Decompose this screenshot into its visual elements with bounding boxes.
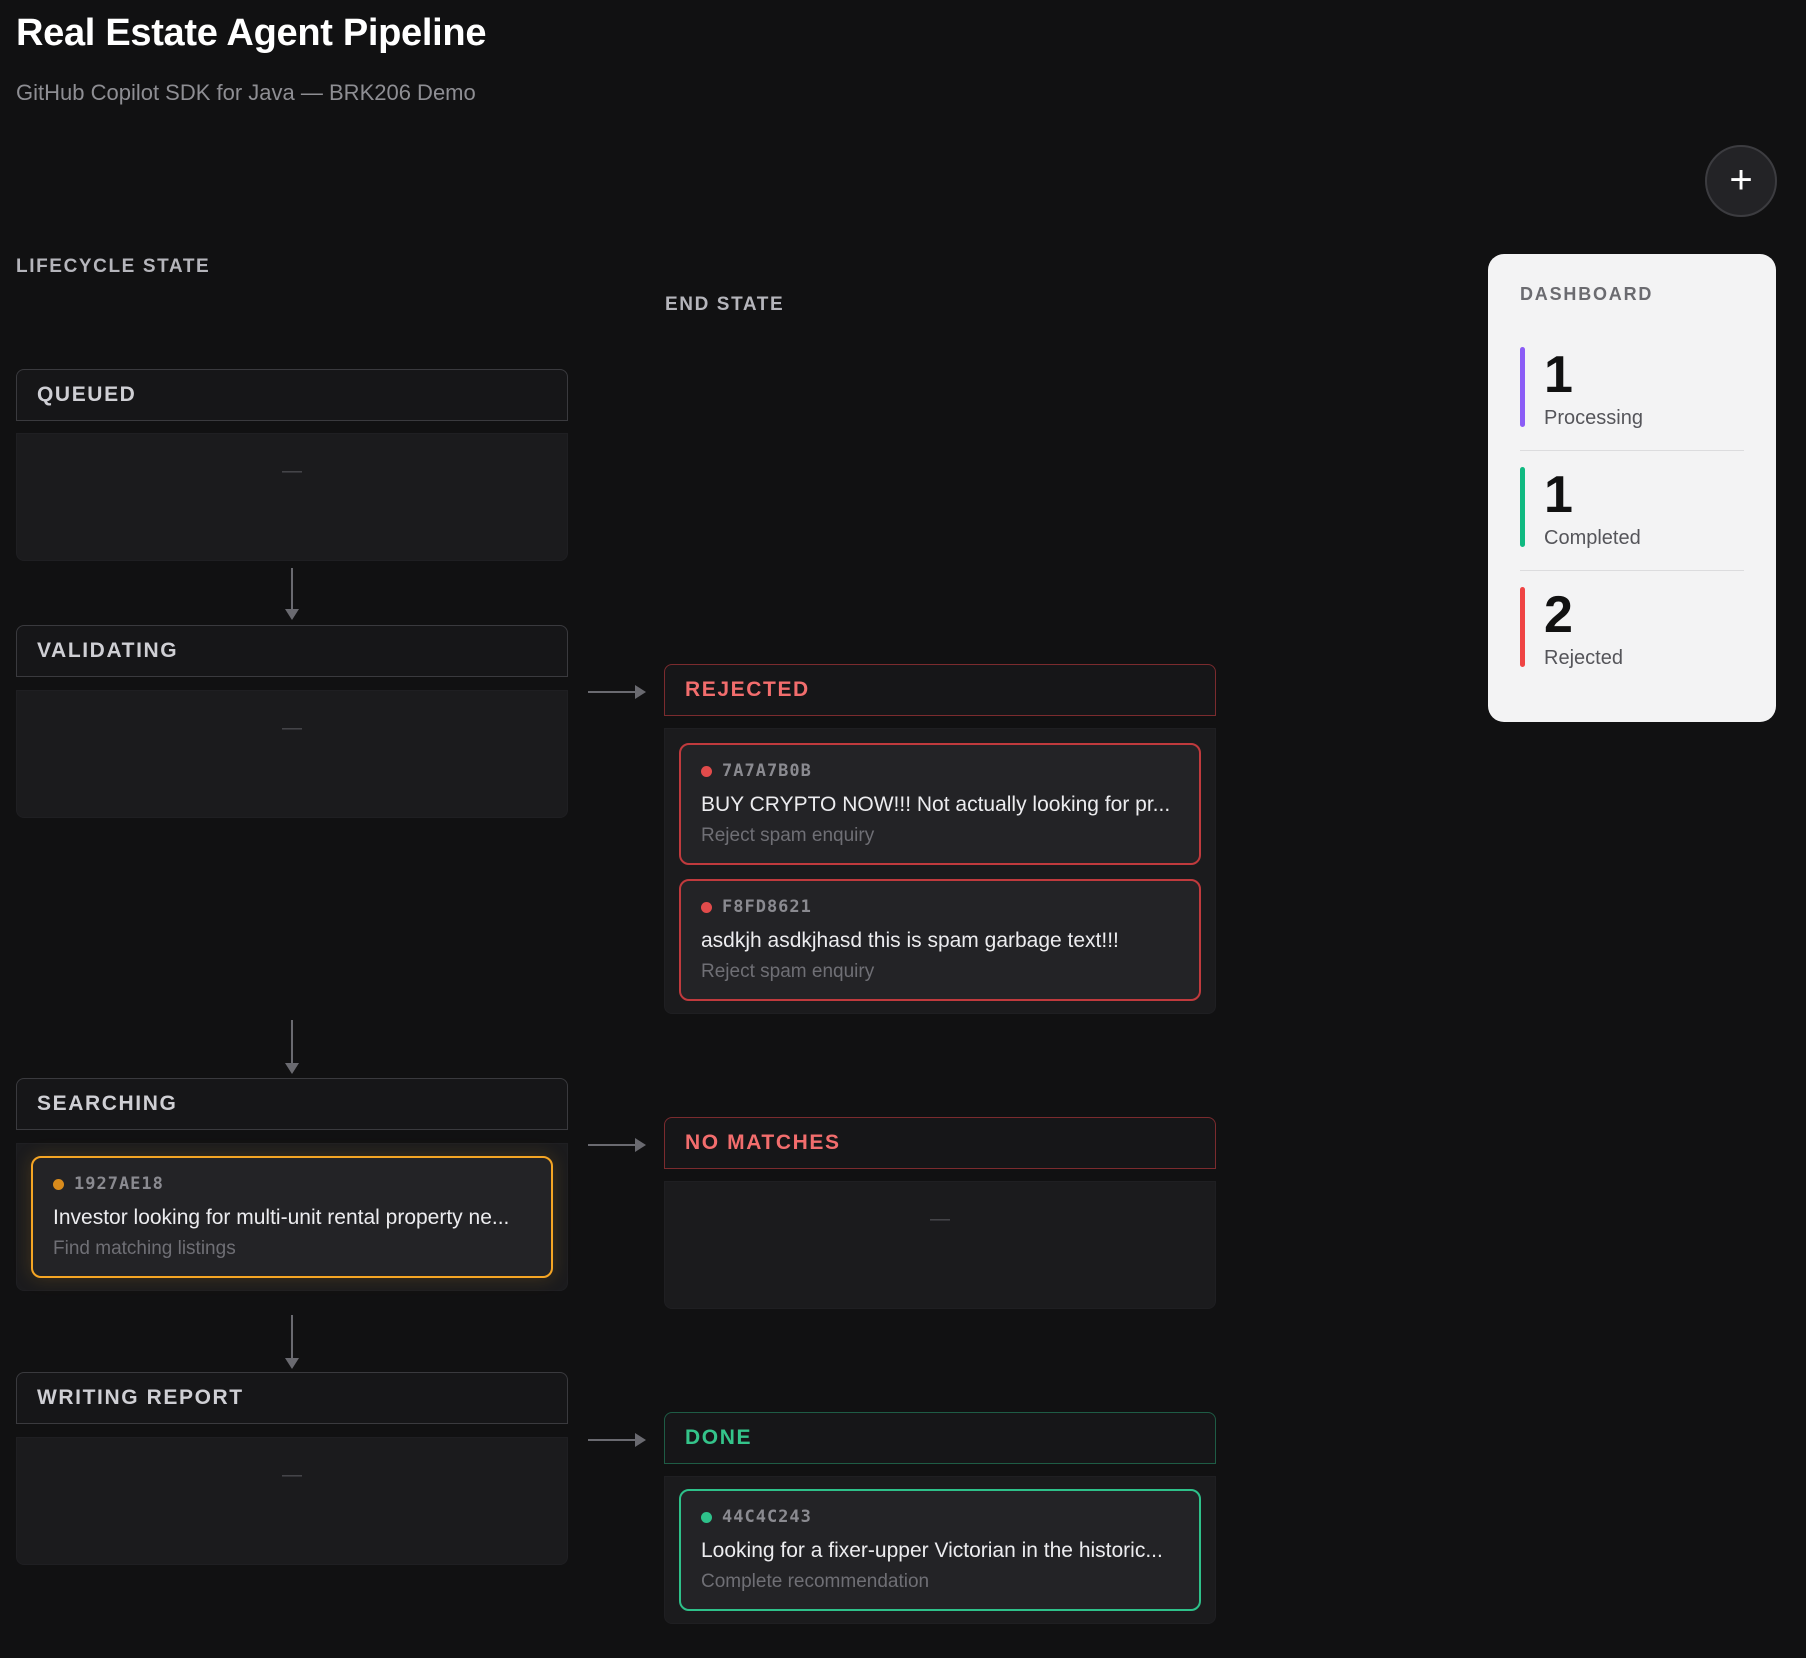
stat-value: 2 [1544, 586, 1573, 644]
stat-label: Rejected [1544, 647, 1623, 669]
flow-arrow-down [285, 1315, 299, 1369]
job-step: Reject spam enquiry [701, 961, 875, 982]
flow-arrow-right [588, 1433, 646, 1447]
stat-label: Completed [1544, 527, 1641, 549]
stat-color-bar [1520, 347, 1525, 427]
empty-placeholder: — [930, 1208, 950, 1230]
flow-arrow-down [285, 1020, 299, 1074]
job-description: BUY CRYPTO NOW!!! Not actually looking f… [701, 793, 1171, 816]
dashboard-stats: 1 Processing 1 Completed 2 Rejected [1520, 331, 1744, 691]
end-state-label: END STATE [665, 294, 785, 315]
column-no-matches-body: — [664, 1181, 1216, 1309]
job-id: 1927AE18 [53, 1174, 531, 1194]
flow-arrow-down [285, 568, 299, 620]
job-step: Reject spam enquiry [701, 825, 875, 846]
page-title: Real Estate Agent Pipeline [16, 12, 487, 54]
status-dot-icon [701, 765, 712, 777]
column-validating-header: VALIDATING [16, 625, 568, 677]
stat-value: 1 [1544, 466, 1573, 524]
job-card[interactable]: 7A7A7B0B BUY CRYPTO NOW!!! Not actually … [679, 743, 1201, 865]
job-id: 7A7A7B0B [701, 761, 1179, 781]
page-subtitle: GitHub Copilot SDK for Java — BRK206 Dem… [16, 80, 476, 105]
column-queued-header: QUEUED [16, 369, 568, 421]
job-description: Investor looking for multi-unit rental p… [53, 1206, 510, 1229]
job-card[interactable]: 1927AE18 Investor looking for multi-unit… [31, 1156, 553, 1278]
job-step: Complete recommendation [701, 1571, 930, 1592]
column-queued-body: — [16, 433, 568, 561]
dashboard-panel: DASHBOARD 1 Processing 1 Completed 2 Rej… [1488, 254, 1776, 722]
dashboard-label: DASHBOARD [1520, 284, 1654, 304]
column-searching-body: 1927AE18 Investor looking for multi-unit… [16, 1143, 568, 1291]
add-enquiry-button[interactable]: + [1705, 145, 1777, 217]
flow-arrow-right [588, 1138, 646, 1152]
stat-completed: 1 Completed [1520, 451, 1744, 571]
column-writing-report-body: — [16, 1437, 568, 1565]
job-card[interactable]: F8FD8621 asdkjh asdkjhasd this is spam g… [679, 879, 1201, 1001]
column-done-body: 44C4C243 Looking for a fixer-upper Victo… [664, 1476, 1216, 1624]
stat-label: Processing [1544, 407, 1643, 429]
flow-arrow-right [588, 685, 646, 699]
stat-color-bar [1520, 467, 1525, 547]
column-rejected-header: REJECTED [664, 664, 1216, 716]
job-step: Find matching listings [53, 1238, 236, 1259]
job-description: asdkjh asdkjhasd this is spam garbage te… [701, 929, 1119, 952]
status-dot-icon [701, 1511, 712, 1523]
stat-color-bar [1520, 587, 1525, 667]
job-id: F8FD8621 [701, 897, 1179, 917]
stat-processing: 1 Processing [1520, 331, 1744, 451]
empty-placeholder: — [282, 1464, 302, 1486]
lifecycle-state-label: LIFECYCLE STATE [16, 256, 211, 277]
column-no-matches-header: NO MATCHES [664, 1117, 1216, 1169]
stat-value: 1 [1544, 346, 1573, 404]
job-card[interactable]: 44C4C243 Looking for a fixer-upper Victo… [679, 1489, 1201, 1611]
column-done-header: DONE [664, 1412, 1216, 1464]
column-rejected-body: 7A7A7B0B BUY CRYPTO NOW!!! Not actually … [664, 728, 1216, 1014]
job-description: Looking for a fixer-upper Victorian in t… [701, 1539, 1163, 1562]
column-validating-body: — [16, 690, 568, 818]
column-writing-report-header: WRITING REPORT [16, 1372, 568, 1424]
job-id: 44C4C243 [701, 1507, 1179, 1527]
status-dot-icon [53, 1178, 64, 1190]
empty-placeholder: — [282, 460, 302, 482]
column-searching-header: SEARCHING [16, 1078, 568, 1130]
empty-placeholder: — [282, 717, 302, 739]
status-dot-icon [701, 901, 712, 913]
stat-rejected: 2 Rejected [1520, 571, 1744, 691]
